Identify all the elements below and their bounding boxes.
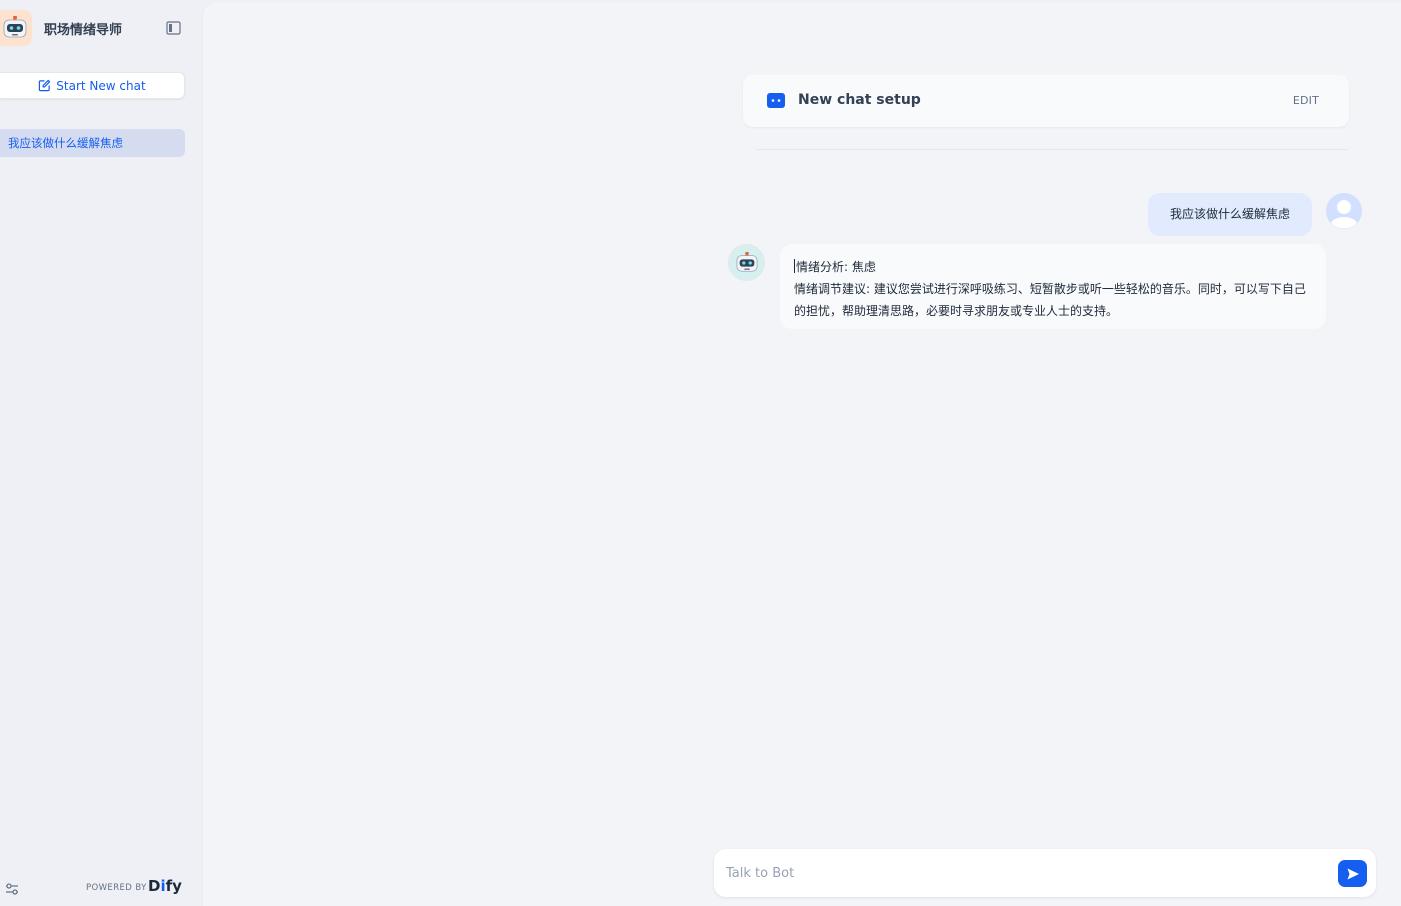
start-new-chat-button[interactable]: Start New chat <box>0 72 185 99</box>
user-message: 我应该做什么缓解焦虑 <box>1148 193 1312 236</box>
dify-logo[interactable]: Dify <box>148 877 182 895</box>
edit-icon <box>39 79 51 92</box>
text-caret <box>794 259 795 273</box>
new-chat-setup-card: New chat setup EDIT <box>743 75 1349 127</box>
sidebar: 职场情绪导师 Start New chat 我应该做什么缓解焦虑 POWERED… <box>0 0 203 906</box>
dify-logo-part: D <box>148 877 161 895</box>
settings-sliders-icon[interactable] <box>5 882 19 896</box>
bot-chat-icon <box>767 93 785 108</box>
emotion-suggestion-text: 情绪调节建议: 建议您尝试进行深呼吸练习、短暂散步或听一些轻松的音乐。同时，可以… <box>794 282 1306 318</box>
send-button[interactable] <box>1338 860 1367 887</box>
edit-setup-button[interactable]: EDIT <box>1293 94 1319 107</box>
sidebar-collapse-icon[interactable] <box>166 21 181 35</box>
setup-title: New chat setup <box>798 92 921 108</box>
emotion-analysis-text: 情绪分析: 焦虑 <box>796 260 876 274</box>
bot-avatar <box>728 244 765 281</box>
conversation-item[interactable]: 我应该做什么缓解焦虑 <box>0 129 185 157</box>
powered-by-label: POWERED BY <box>86 883 147 893</box>
chat-panel: New chat setup EDIT 我应该做什么缓解焦虑 情绪分析: 焦虑 … <box>203 3 1401 906</box>
start-new-chat-label: Start New chat <box>56 78 146 93</box>
dify-logo-part: fy <box>165 877 182 895</box>
chat-input-bar <box>714 849 1376 897</box>
divider <box>756 149 1348 150</box>
sidebar-footer: POWERED BY Dify <box>0 870 203 906</box>
robot-icon <box>736 252 758 272</box>
app-name: 职场情绪导师 <box>44 23 123 38</box>
send-icon <box>1347 868 1359 879</box>
app-window: 职场情绪导师 Start New chat 我应该做什么缓解焦虑 POWERED… <box>0 0 1401 906</box>
bot-message-line: 情绪分析: 焦虑 <box>794 256 1310 278</box>
app-logo <box>0 10 32 46</box>
bot-message: 情绪分析: 焦虑 情绪调节建议: 建议您尝试进行深呼吸练习、短暂散步或听一些轻松… <box>780 244 1326 329</box>
user-avatar-icon <box>1326 193 1362 229</box>
app-header: 职场情绪导师 <box>0 10 203 46</box>
chat-input[interactable] <box>726 849 1326 897</box>
robot-icon <box>3 16 27 38</box>
